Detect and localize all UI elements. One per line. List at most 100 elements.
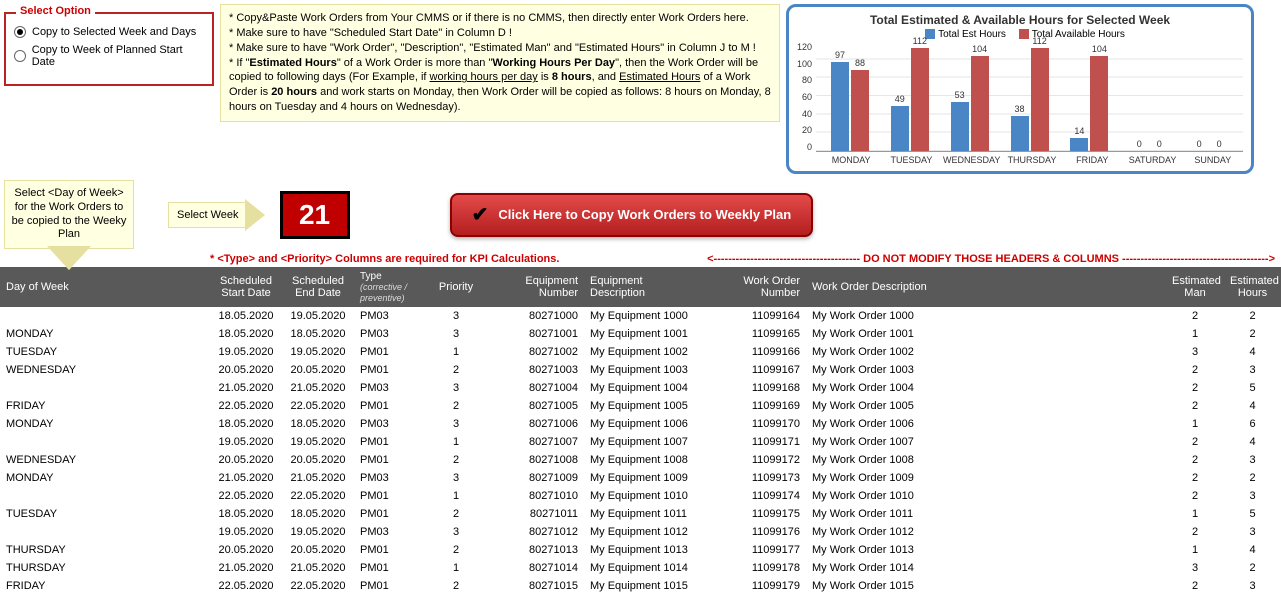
cell-end-date[interactable]: 18.05.2020 <box>282 508 354 520</box>
cell-end-date[interactable]: 20.05.2020 <box>282 364 354 376</box>
cell-equip-number[interactable]: 80271008 <box>488 454 584 466</box>
cell-priority[interactable]: 1 <box>424 346 488 358</box>
cell-wo-desc[interactable]: My Work Order 1000 <box>806 310 1166 322</box>
week-number-input[interactable]: 21 <box>280 191 350 239</box>
cell-dow[interactable]: THURSDAY <box>0 562 210 574</box>
cell-equip-number[interactable]: 80271006 <box>488 418 584 430</box>
cell-equip-number[interactable]: 80271000 <box>488 310 584 322</box>
table-row[interactable]: FRIDAY22.05.202022.05.2020PM01280271015M… <box>0 577 1281 595</box>
table-row[interactable]: 22.05.202022.05.2020PM01180271010My Equi… <box>0 487 1281 505</box>
cell-type[interactable]: PM01 <box>354 364 424 376</box>
cell-type[interactable]: PM01 <box>354 400 424 412</box>
cell-est-hours[interactable]: 2 <box>1224 472 1281 484</box>
cell-dow[interactable]: TUESDAY <box>0 508 210 520</box>
cell-est-man[interactable]: 2 <box>1166 490 1224 502</box>
cell-priority[interactable]: 3 <box>424 382 488 394</box>
cell-start-date[interactable]: 22.05.2020 <box>210 580 282 592</box>
cell-wo-desc[interactable]: My Work Order 1013 <box>806 544 1166 556</box>
table-row[interactable]: THURSDAY20.05.202020.05.2020PM0128027101… <box>0 541 1281 559</box>
table-row[interactable]: FRIDAY22.05.202022.05.2020PM01280271005M… <box>0 397 1281 415</box>
cell-priority[interactable]: 1 <box>424 562 488 574</box>
cell-equip-desc[interactable]: My Equipment 1007 <box>584 436 714 448</box>
cell-equip-desc[interactable]: My Equipment 1012 <box>584 526 714 538</box>
cell-start-date[interactable]: 18.05.2020 <box>210 508 282 520</box>
cell-equip-number[interactable]: 80271014 <box>488 562 584 574</box>
cell-wo-number[interactable]: 11099174 <box>714 490 806 502</box>
cell-start-date[interactable]: 20.05.2020 <box>210 544 282 556</box>
cell-wo-number[interactable]: 11099179 <box>714 580 806 592</box>
table-row[interactable]: TUESDAY19.05.202019.05.2020PM01180271002… <box>0 343 1281 361</box>
cell-est-hours[interactable]: 5 <box>1224 508 1281 520</box>
cell-end-date[interactable]: 20.05.2020 <box>282 544 354 556</box>
cell-priority[interactable]: 2 <box>424 454 488 466</box>
cell-wo-desc[interactable]: My Work Order 1006 <box>806 418 1166 430</box>
table-row[interactable]: THURSDAY21.05.202021.05.2020PM0118027101… <box>0 559 1281 577</box>
cell-wo-desc[interactable]: My Work Order 1012 <box>806 526 1166 538</box>
cell-wo-number[interactable]: 11099178 <box>714 562 806 574</box>
cell-wo-desc[interactable]: My Work Order 1008 <box>806 454 1166 466</box>
cell-est-man[interactable]: 1 <box>1166 544 1224 556</box>
cell-est-man[interactable]: 2 <box>1166 310 1224 322</box>
cell-equip-number[interactable]: 80271011 <box>488 508 584 520</box>
cell-est-man[interactable]: 2 <box>1166 400 1224 412</box>
cell-wo-desc[interactable]: My Work Order 1002 <box>806 346 1166 358</box>
copy-work-orders-button[interactable]: ✔ Click Here to Copy Work Orders to Week… <box>450 193 814 237</box>
cell-equip-number[interactable]: 80271015 <box>488 580 584 592</box>
table-row[interactable]: MONDAY21.05.202021.05.2020PM03380271009M… <box>0 469 1281 487</box>
cell-equip-desc[interactable]: My Equipment 1006 <box>584 418 714 430</box>
cell-end-date[interactable]: 22.05.2020 <box>282 490 354 502</box>
cell-wo-number[interactable]: 11099175 <box>714 508 806 520</box>
cell-dow[interactable]: MONDAY <box>0 328 210 340</box>
cell-equip-desc[interactable]: My Equipment 1000 <box>584 310 714 322</box>
cell-est-hours[interactable]: 4 <box>1224 346 1281 358</box>
cell-end-date[interactable]: 21.05.2020 <box>282 562 354 574</box>
cell-priority[interactable]: 3 <box>424 418 488 430</box>
radio-copy-planned[interactable]: Copy to Week of Planned Start Date <box>14 44 204 68</box>
cell-equip-number[interactable]: 80271009 <box>488 472 584 484</box>
cell-wo-number[interactable]: 11099173 <box>714 472 806 484</box>
cell-dow[interactable]: WEDNESDAY <box>0 454 210 466</box>
cell-wo-number[interactable]: 11099177 <box>714 544 806 556</box>
cell-end-date[interactable]: 18.05.2020 <box>282 328 354 340</box>
cell-equip-desc[interactable]: My Equipment 1013 <box>584 544 714 556</box>
table-row[interactable]: 19.05.202019.05.2020PM01180271007My Equi… <box>0 433 1281 451</box>
cell-start-date[interactable]: 18.05.2020 <box>210 328 282 340</box>
cell-priority[interactable]: 2 <box>424 544 488 556</box>
cell-wo-number[interactable]: 11099171 <box>714 436 806 448</box>
cell-type[interactable]: PM03 <box>354 418 424 430</box>
cell-priority[interactable]: 2 <box>424 364 488 376</box>
cell-start-date[interactable]: 20.05.2020 <box>210 454 282 466</box>
cell-wo-number[interactable]: 11099167 <box>714 364 806 376</box>
cell-dow[interactable]: WEDNESDAY <box>0 364 210 376</box>
cell-priority[interactable]: 3 <box>424 328 488 340</box>
cell-wo-desc[interactable]: My Work Order 1015 <box>806 580 1166 592</box>
cell-start-date[interactable]: 21.05.2020 <box>210 472 282 484</box>
cell-wo-desc[interactable]: My Work Order 1011 <box>806 508 1166 520</box>
cell-est-man[interactable]: 2 <box>1166 454 1224 466</box>
cell-est-man[interactable]: 3 <box>1166 562 1224 574</box>
cell-type[interactable]: PM01 <box>354 490 424 502</box>
cell-type[interactable]: PM03 <box>354 382 424 394</box>
cell-equip-number[interactable]: 80271013 <box>488 544 584 556</box>
cell-est-hours[interactable]: 3 <box>1224 580 1281 592</box>
cell-dow[interactable]: TUESDAY <box>0 346 210 358</box>
cell-est-man[interactable]: 2 <box>1166 364 1224 376</box>
cell-end-date[interactable]: 20.05.2020 <box>282 454 354 466</box>
cell-dow[interactable]: MONDAY <box>0 472 210 484</box>
cell-est-hours[interactable]: 4 <box>1224 400 1281 412</box>
cell-dow[interactable]: THURSDAY <box>0 544 210 556</box>
cell-wo-desc[interactable]: My Work Order 1003 <box>806 364 1166 376</box>
cell-wo-desc[interactable]: My Work Order 1005 <box>806 400 1166 412</box>
cell-end-date[interactable]: 22.05.2020 <box>282 400 354 412</box>
cell-wo-number[interactable]: 11099176 <box>714 526 806 538</box>
cell-end-date[interactable]: 22.05.2020 <box>282 580 354 592</box>
cell-start-date[interactable]: 22.05.2020 <box>210 490 282 502</box>
cell-end-date[interactable]: 21.05.2020 <box>282 472 354 484</box>
cell-wo-number[interactable]: 11099172 <box>714 454 806 466</box>
cell-equip-desc[interactable]: My Equipment 1008 <box>584 454 714 466</box>
cell-wo-number[interactable]: 11099166 <box>714 346 806 358</box>
cell-wo-desc[interactable]: My Work Order 1009 <box>806 472 1166 484</box>
cell-equip-desc[interactable]: My Equipment 1003 <box>584 364 714 376</box>
cell-start-date[interactable]: 21.05.2020 <box>210 562 282 574</box>
table-row[interactable]: 18.05.202019.05.2020PM03380271000My Equi… <box>0 307 1281 325</box>
